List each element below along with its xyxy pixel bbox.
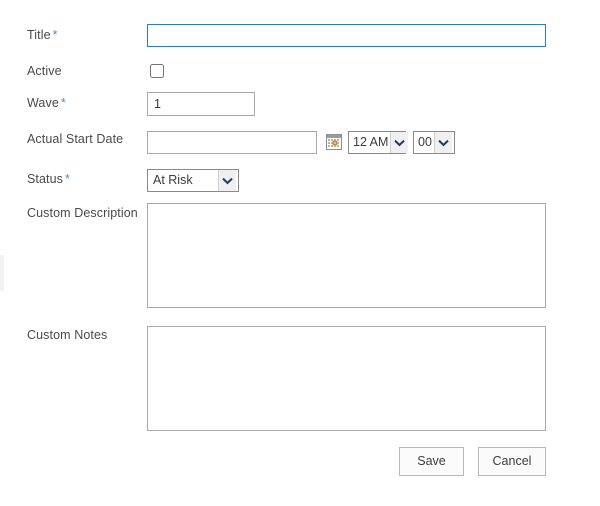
cancel-button[interactable]: Cancel (478, 447, 546, 476)
status-select-value: At Risk (153, 173, 193, 187)
edit-item-form: Title* Active Wave* Actual Start Date (0, 0, 600, 506)
title-label: Title * (27, 27, 58, 43)
minute-select[interactable]: 00 (413, 131, 455, 154)
status-select[interactable]: At Risk (147, 169, 239, 192)
hour-select-value: 12 AM (353, 135, 389, 149)
minute-select-value: 00 (418, 135, 432, 149)
chevron-down-icon (390, 132, 409, 153)
chevron-down-icon (218, 170, 236, 191)
active-label-text: Active (27, 64, 62, 78)
active-label: Active (27, 63, 62, 79)
title-input[interactable] (147, 24, 546, 47)
title-label-text: Title (27, 28, 51, 42)
custom-notes-label: Custom Notes (27, 327, 107, 343)
custom-description-label-text: Custom Description (27, 206, 138, 220)
custom-notes-textarea[interactable] (147, 326, 546, 431)
custom-description-label: Custom Description (27, 205, 138, 221)
custom-description-textarea[interactable] (147, 203, 546, 308)
chevron-down-icon (434, 132, 452, 153)
actual-start-date-label-text: Actual Start Date (27, 132, 124, 146)
custom-notes-label-text: Custom Notes (27, 328, 108, 342)
hour-select[interactable]: 12 AM (348, 131, 409, 154)
save-button[interactable]: Save (399, 447, 464, 476)
title-required-marker: * (52, 28, 58, 42)
wave-input[interactable] (147, 92, 255, 116)
actual-start-date-input[interactable] (147, 131, 317, 154)
status-required-marker: * (65, 172, 71, 186)
calendar-icon[interactable] (326, 134, 342, 150)
wave-label: Wave * (27, 95, 66, 111)
wave-label-text: Wave (27, 96, 59, 110)
wave-required-marker: * (60, 96, 66, 110)
status-label-text: Status (27, 172, 64, 186)
active-checkbox[interactable] (150, 64, 164, 78)
status-label: Status * (27, 171, 70, 187)
actual-start-date-label: Actual Start Date (27, 131, 123, 147)
